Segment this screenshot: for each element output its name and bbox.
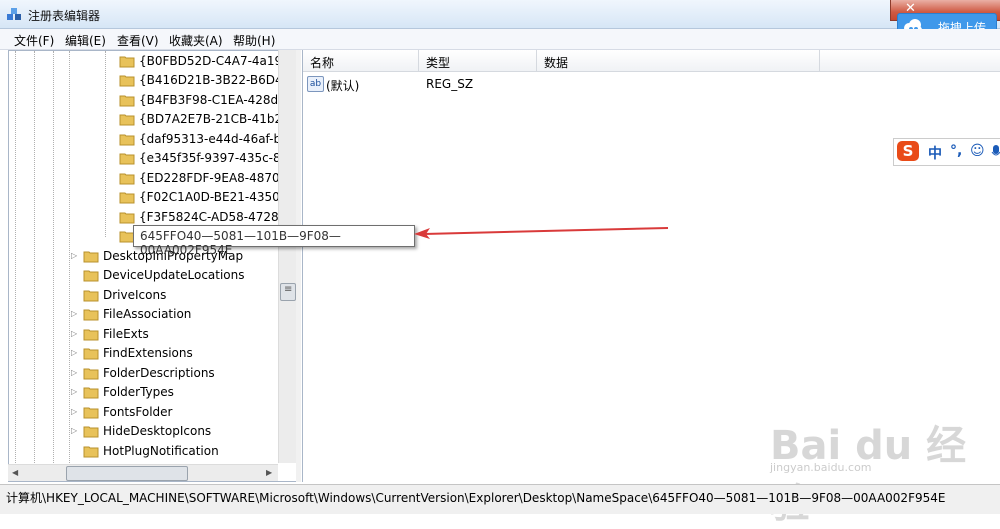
value-type: REG_SZ bbox=[426, 77, 474, 91]
string-value-icon: ab bbox=[307, 76, 324, 92]
expand-arrow-icon[interactable]: ▷ bbox=[71, 251, 77, 260]
expand-arrow-icon[interactable]: ▷ bbox=[71, 426, 77, 435]
scroll-thumb[interactable] bbox=[66, 466, 188, 481]
folder-icon bbox=[119, 75, 135, 87]
menu-bar: 文件(F) 编辑(E) 查看(V) 收藏夹(A) 帮助(H) bbox=[0, 29, 1000, 50]
menu-edit[interactable]: 编辑(E) bbox=[65, 32, 106, 49]
folder-icon bbox=[83, 329, 99, 341]
registry-editor-icon bbox=[7, 8, 21, 20]
folder-icon bbox=[83, 348, 99, 360]
column-header-name[interactable]: 名称 bbox=[303, 50, 419, 72]
menu-help[interactable]: 帮助(H) bbox=[233, 32, 275, 49]
ime-punctuation-toggle[interactable]: °, bbox=[950, 143, 962, 159]
status-bar: 计算机\HKEY_LOCAL_MACHINE\SOFTWARE\Microsof… bbox=[0, 484, 1000, 514]
folder-icon bbox=[83, 426, 99, 438]
folder-icon bbox=[119, 114, 135, 126]
folder-icon bbox=[119, 173, 135, 185]
folder-icon bbox=[83, 251, 99, 263]
expand-arrow-icon[interactable]: ▷ bbox=[71, 348, 77, 357]
folder-icon bbox=[83, 387, 99, 399]
folder-icon bbox=[119, 192, 135, 204]
pane-splitter[interactable] bbox=[296, 50, 301, 482]
menu-file[interactable]: 文件(F) bbox=[14, 32, 54, 49]
microphone-icon[interactable] bbox=[991, 144, 1000, 160]
folder-icon bbox=[83, 407, 99, 419]
current-key-path: 计算机\HKEY_LOCAL_MACHINE\SOFTWARE\Microsof… bbox=[6, 491, 946, 505]
value-row[interactable]: ab (默认) REG_SZ bbox=[303, 74, 1000, 94]
folder-icon bbox=[119, 153, 135, 165]
folder-icon bbox=[83, 446, 99, 458]
folder-icon bbox=[119, 56, 135, 68]
ime-emoji-button[interactable]: ☺ bbox=[970, 143, 985, 159]
expand-arrow-icon[interactable]: ▷ bbox=[71, 407, 77, 416]
column-header-empty bbox=[820, 50, 1000, 72]
tree-guide bbox=[105, 51, 107, 237]
sogou-logo-icon: S bbox=[897, 141, 919, 161]
expand-arrow-icon[interactable]: ▷ bbox=[71, 329, 77, 338]
new-key-name-tooltip: 645FFO40—5081—101B—9F08—00AA002F954E bbox=[133, 225, 415, 257]
folder-icon bbox=[119, 212, 135, 224]
column-header-type[interactable]: 类型 bbox=[419, 50, 537, 72]
annotation-arrow bbox=[414, 227, 669, 239]
watermark-url: jingyan.baidu.com bbox=[770, 461, 872, 474]
menu-view[interactable]: 查看(V) bbox=[117, 32, 159, 49]
tree-guide bbox=[15, 51, 17, 481]
column-header-data[interactable]: 数据 bbox=[537, 50, 820, 72]
folder-icon bbox=[83, 270, 99, 282]
folder-icon bbox=[119, 134, 135, 146]
folder-icon bbox=[83, 309, 99, 321]
folder-icon bbox=[83, 290, 99, 302]
expand-arrow-icon[interactable]: ▷ bbox=[71, 309, 77, 318]
ime-language-toggle[interactable]: 中 bbox=[928, 143, 942, 163]
baidu-jingyan-watermark: Bai du 经验 jingyan.baidu.com bbox=[770, 413, 995, 527]
tree-guide bbox=[53, 51, 55, 481]
key-tree[interactable]: {B0FBD52D-C4A7-4a19-9 {B416D21B-3B22-B6D… bbox=[8, 50, 297, 482]
expand-arrow-icon[interactable]: ▷ bbox=[71, 387, 77, 396]
scroll-right-arrow-icon[interactable]: ▶ bbox=[266, 468, 272, 477]
title-bar: 注册表编辑器 bbox=[0, 0, 1000, 29]
menu-favorites[interactable]: 收藏夹(A) bbox=[169, 32, 223, 49]
ime-toolbar[interactable]: S 中 °, ☺ bbox=[893, 138, 1000, 166]
folder-icon bbox=[83, 368, 99, 380]
tree-guide bbox=[69, 51, 71, 481]
tree-guide bbox=[34, 51, 36, 481]
scroll-left-arrow-icon[interactable]: ◀ bbox=[12, 468, 18, 477]
value-name: (默认) bbox=[326, 79, 360, 93]
scroll-thumb[interactable] bbox=[280, 283, 296, 301]
tree-horizontal-scrollbar[interactable]: ◀ ▶ bbox=[8, 464, 278, 481]
window-title: 注册表编辑器 bbox=[28, 9, 101, 23]
folder-icon bbox=[119, 95, 135, 107]
expand-arrow-icon[interactable]: ▷ bbox=[71, 368, 77, 377]
